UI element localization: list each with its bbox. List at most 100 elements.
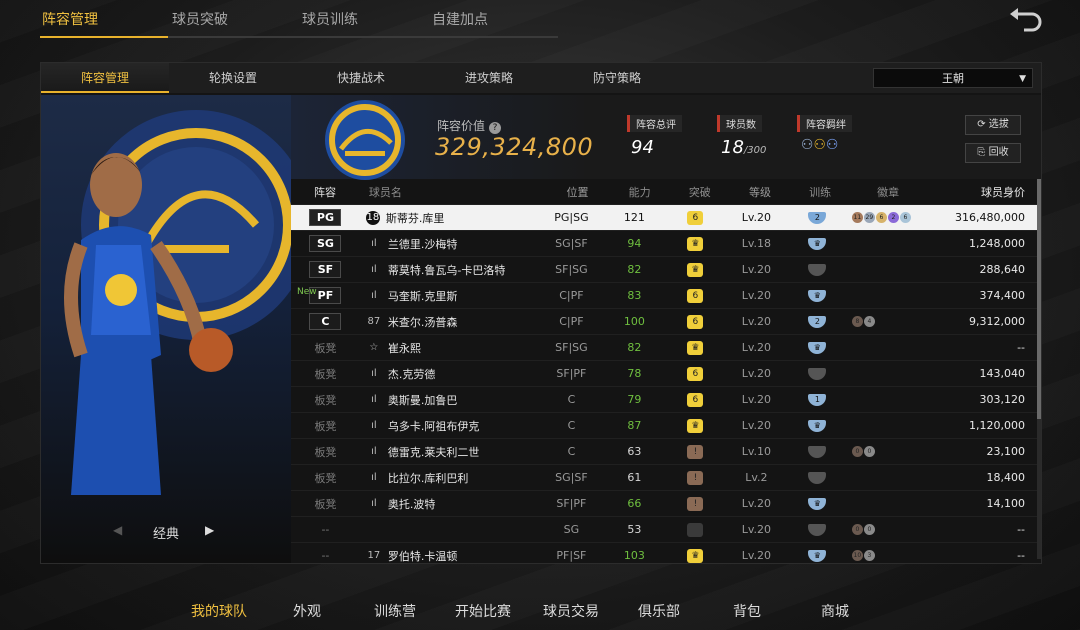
player-ability: 82: [627, 263, 642, 276]
training-cell: [787, 445, 848, 458]
top-tab-lineup[interactable]: 阵容管理: [40, 8, 168, 38]
table-row[interactable]: 板凳 ıl 比拉尔.库利巴利 SG|SF 61! Lv.2 18,400: [291, 464, 1037, 490]
nav-start-game[interactable]: 开始比赛: [439, 601, 527, 621]
badge-cell: 00: [848, 446, 921, 457]
table-row[interactable]: -- 17 罗伯特.卡温顿 PF|SF 103 ♛ Lv.20 ♛ 10 3 --: [291, 542, 1037, 568]
table-row[interactable]: 板凳 ☆ 崔永熙 SF|SG 82 ♛ Lv.20 ♛ --: [291, 334, 1037, 360]
player-name: 比拉尔.库利巴利: [387, 471, 469, 485]
lineup-slot[interactable]: C: [291, 313, 360, 330]
breakthrough-icon: ♛: [687, 548, 704, 563]
table-body: PG 18 斯蒂芬.库里 PG|SG 121 6 Lv.20 2 11 29 6 2 6 316,480,…: [291, 204, 1037, 568]
lineup-slot[interactable]: New PF: [291, 287, 360, 304]
badge-chip-icon: 0: [863, 524, 875, 535]
badge-chip-icon: 6: [875, 212, 887, 223]
lineup-slot[interactable]: 板凳: [291, 418, 360, 434]
nav-club[interactable]: 俱乐部: [615, 601, 703, 621]
lineup-slot-label: 板凳: [314, 341, 337, 355]
team-select[interactable]: 王朝 ▼: [873, 68, 1033, 88]
player-salary: 1,120,000: [969, 419, 1026, 432]
top-tab-training[interactable]: 球员训练: [298, 8, 428, 38]
lineup-slot-label: 板凳: [314, 497, 337, 511]
badge-cell: 11 29 6 2 6: [848, 212, 921, 223]
player-position: C: [567, 393, 576, 406]
table-row[interactable]: -- SG 53 Lv.20 0 0 --: [291, 516, 1037, 542]
nav-player-trade[interactable]: 球员交易: [527, 601, 615, 621]
breakthrough-icon: [687, 522, 704, 537]
table-row[interactable]: 板凳 ıl 德雷克.莱夫利二世 C 63! Lv.10 0 0 23,100: [291, 438, 1037, 464]
player-position: PF|SF: [556, 549, 587, 562]
table-row[interactable]: PG 18 斯蒂芬.库里 PG|SG 121 6 Lv.20 2 11 29 6 2 6 316,480,…: [291, 204, 1037, 230]
lineup-slot[interactable]: 板凳: [291, 366, 360, 382]
training-shield-icon: [808, 367, 827, 380]
player-position: SG|SF: [555, 237, 588, 250]
sub-tab-quick-tactics[interactable]: 快捷战术: [297, 63, 425, 93]
lineup-slot[interactable]: 板凳: [291, 392, 360, 408]
lineup-slot[interactable]: 板凳: [291, 470, 360, 486]
pick-button[interactable]: ⟳ 选拔: [965, 115, 1021, 135]
training-cell: ♛: [787, 549, 848, 562]
table-row[interactable]: 板凳 ıl 杰.克劳德 SF|PF 78 6 Lv.20 143,040: [291, 360, 1037, 386]
breakthrough-cell: 6: [665, 288, 726, 303]
nav-backpack[interactable]: 背包: [703, 601, 791, 621]
training-shield-icon: ♛: [808, 419, 827, 432]
breakthrough-icon: 6: [687, 210, 704, 225]
lineup-slot[interactable]: SF: [291, 261, 360, 278]
sub-tab-defense[interactable]: 防守策略: [553, 63, 681, 93]
recycle-button[interactable]: ⎘ 回收: [965, 143, 1021, 163]
lineup-slot[interactable]: 板凳: [291, 444, 360, 460]
player-position: SF|PF: [556, 497, 587, 510]
breakthrough-icon: 6: [687, 288, 704, 303]
table-row[interactable]: SG ıl 兰德里.沙梅特 SG|SF 94 ♛ Lv.18 ♛ 1,248,000: [291, 230, 1037, 256]
player-name: 乌多卡.阿祖布伊克: [387, 419, 480, 433]
sub-tab-rotation[interactable]: 轮换设置: [169, 63, 297, 93]
badge-chip-icon: 11: [851, 212, 863, 223]
nav-my-team[interactable]: 我的球队: [175, 601, 263, 621]
top-tab-breakthrough[interactable]: 球员突破: [168, 8, 298, 38]
table-scrollbar[interactable]: [1037, 179, 1041, 559]
lineup-slot[interactable]: --: [291, 523, 360, 536]
sub-tab-lineup[interactable]: 阵容管理: [41, 63, 169, 93]
nav-training-camp[interactable]: 训练营: [351, 601, 439, 621]
training-shield-icon: [808, 471, 827, 484]
nav-shop[interactable]: 商城: [791, 601, 879, 621]
sub-tab-offense[interactable]: 进攻策略: [425, 63, 553, 93]
player-level: Lv.20: [741, 211, 772, 224]
breakthrough-cell: ♛: [665, 548, 726, 563]
training-shield-icon: 2: [808, 211, 827, 224]
player-illustration: [64, 110, 291, 495]
lineup-slot[interactable]: 板凳: [291, 496, 360, 512]
lineup-slot[interactable]: 板凳: [291, 340, 360, 356]
col-breakthrough: 突破: [688, 185, 711, 199]
next-arrow-icon[interactable]: ▶: [205, 523, 214, 537]
player-name-cell: 87 米查尔.汤普森: [360, 314, 539, 330]
lineup-value: 329,324,800: [435, 133, 594, 161]
chevron-down-icon: ▼: [1019, 74, 1026, 84]
player-tier-icon: ıl: [371, 498, 377, 509]
player-level: Lv.20: [741, 289, 772, 302]
nav-appearance[interactable]: 外观: [263, 601, 351, 621]
lineup-slot[interactable]: SG: [291, 235, 360, 252]
bond-icons[interactable]: ⚇⚇⚇: [801, 137, 838, 153]
player-tier-icon: 87: [367, 316, 381, 327]
col-position: 位置: [566, 185, 589, 199]
player-tier-icon: ıl: [371, 290, 377, 301]
pick-button-label: 选拔: [988, 119, 1009, 130]
table-row[interactable]: 板凳 ıl 乌多卡.阿祖布伊克 C 87 ♛ Lv.20 ♛ 1,120,000: [291, 412, 1037, 438]
table-row[interactable]: 板凳 ıl 奥斯曼.加鲁巴 C 79 6 Lv.20 1 303,120: [291, 386, 1037, 412]
table-row[interactable]: 板凳 ıl 奥托.波特 SF|PF 66! Lv.20 ♛ 14,100: [291, 490, 1037, 516]
roster-table: 阵容 球员名 位置 能力 突破 等级 训练 徽章 球员身价 PG 18 斯蒂芬.库里…: [291, 179, 1037, 568]
lineup-slot[interactable]: PG: [291, 209, 360, 226]
table-row[interactable]: SF ıl 蒂莫特.鲁瓦乌-卡巴洛特 SF|SG 82 ♛ Lv.20 288,640: [291, 256, 1037, 282]
team-logo-icon: [325, 100, 405, 180]
back-arrow-icon[interactable]: [1008, 6, 1044, 32]
table-row[interactable]: New PF ıl 马奎斯.克里斯 C|PF 83 6 Lv.20 ♛ 374,400: [291, 282, 1037, 308]
lineup-slot[interactable]: --: [291, 549, 360, 562]
breakthrough-icon: !: [687, 470, 704, 485]
training-cell: ♛: [787, 289, 848, 302]
player-name-cell: ıl 蒂莫特.鲁瓦乌-卡巴洛特: [360, 262, 539, 278]
lineup-slot-label: 板凳: [314, 367, 337, 381]
scrollbar-thumb[interactable]: [1037, 179, 1041, 419]
top-tab-custom-points[interactable]: 自建加点: [428, 8, 558, 38]
table-row[interactable]: C 87 米查尔.汤普森 C|PF 100 6 Lv.20 2 8 4 9,312,000: [291, 308, 1037, 334]
col-badge: 徽章: [877, 185, 900, 199]
